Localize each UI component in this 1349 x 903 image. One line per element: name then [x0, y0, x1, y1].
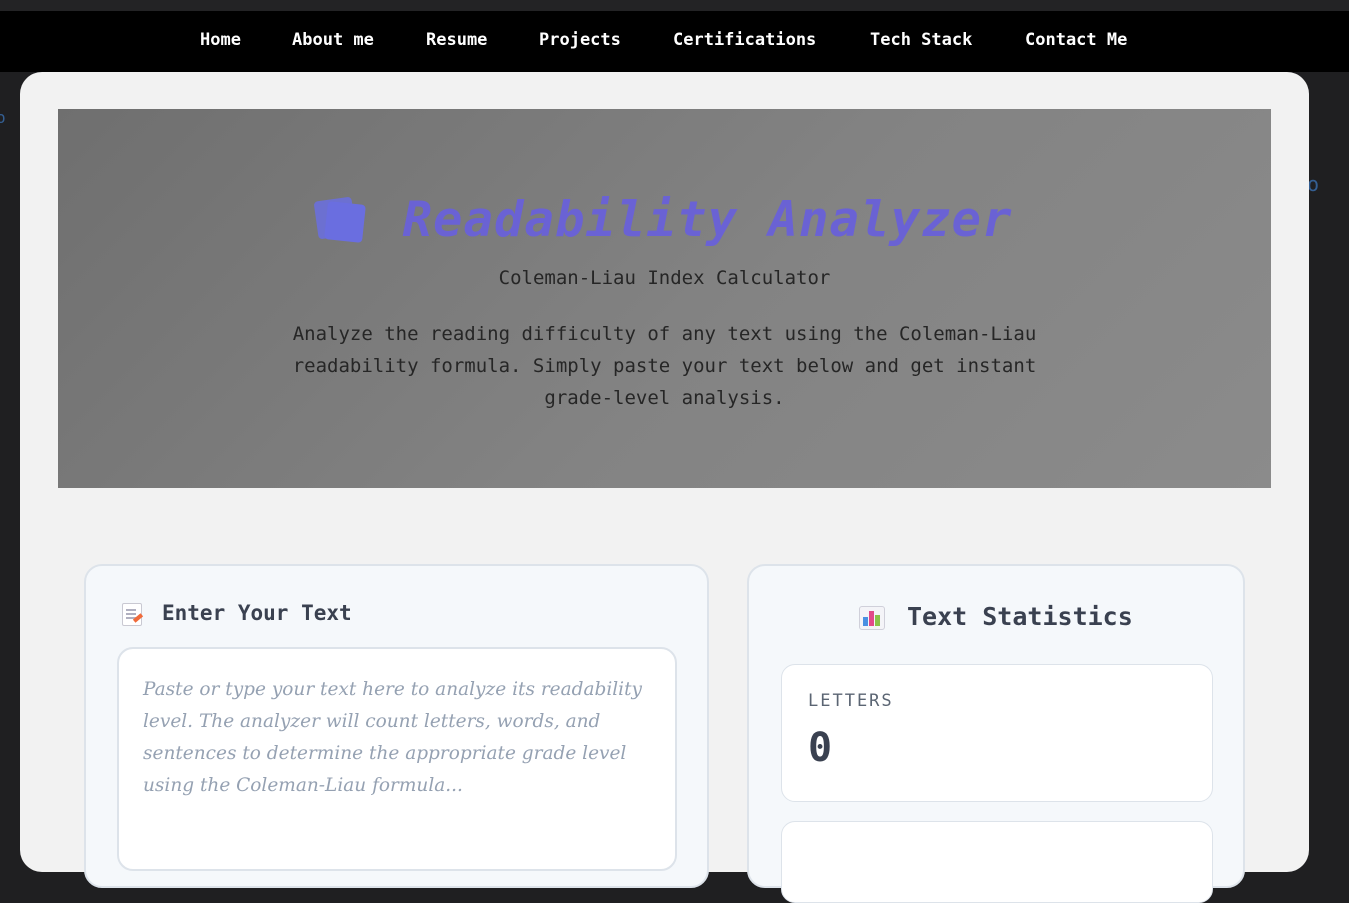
nav-home[interactable]: Home — [200, 30, 241, 50]
hero-title-row: Readability Analyzer — [58, 191, 1271, 251]
content-card: Readability Analyzer Coleman-Liau Index … — [20, 72, 1309, 903]
nav-resume[interactable]: Resume — [426, 30, 487, 50]
nav-certifications[interactable]: Certifications — [673, 30, 816, 50]
main-nav: Home About me Resume Projects Certificat… — [0, 11, 1349, 72]
memo-icon — [122, 602, 142, 626]
books-icon — [314, 196, 370, 243]
page-title: Readability Analyzer — [402, 191, 1013, 248]
nav-about-me[interactable]: About me — [292, 30, 374, 50]
nav-tech-stack[interactable]: Tech Stack — [870, 30, 972, 50]
text-input-area[interactable]: Paste or type your text here to analyze … — [117, 647, 677, 871]
hero-banner: Readability Analyzer Coleman-Liau Index … — [58, 109, 1271, 488]
stat-value: 0 — [808, 725, 833, 771]
page-description: Analyze the reading difficulty of any te… — [292, 323, 1037, 409]
text-input-panel: Enter Your Text Paste or type your text … — [84, 564, 709, 888]
bar-chart-icon — [859, 606, 885, 630]
text-input-heading: Enter Your Text — [162, 601, 352, 625]
text-input-placeholder: Paste or type your text here to analyze … — [143, 679, 642, 796]
nav-contact-me[interactable]: Contact Me — [1025, 30, 1127, 50]
text-statistics-heading: Text Statistics — [907, 602, 1133, 631]
stat-card — [781, 821, 1213, 903]
text-statistics-panel: Text Statistics LETTERS 0 — [747, 564, 1245, 903]
stat-card-letters: LETTERS 0 — [781, 664, 1213, 802]
stat-label: LETTERS — [808, 691, 894, 711]
nav-projects[interactable]: Projects — [539, 30, 621, 50]
page-subtitle: Coleman-Liau Index Calculator — [498, 267, 831, 289]
text-input-heading-row: Enter Your Text — [122, 601, 352, 626]
top-strip — [0, 0, 1349, 11]
text-statistics-heading-row: Text Statistics — [859, 602, 1133, 631]
background-decoration-icon: o — [0, 108, 6, 127]
